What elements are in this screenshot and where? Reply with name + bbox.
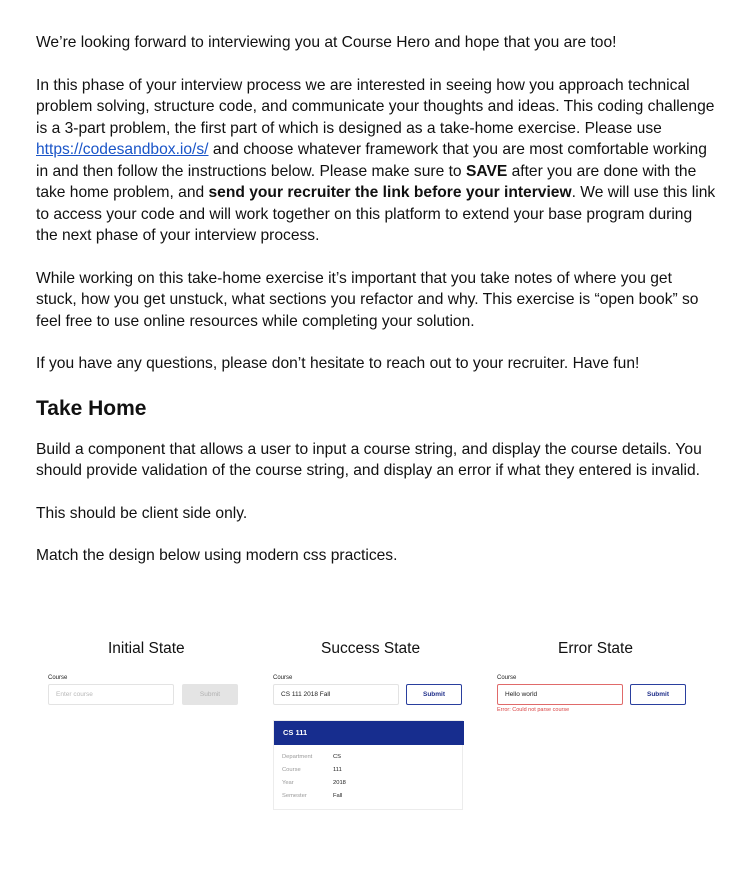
intro-paragraph-2: In this phase of your interview process …: [36, 75, 716, 247]
detail-value-course: 111: [333, 767, 342, 773]
success-course-input[interactable]: CS 111 2018 Fall: [273, 684, 399, 705]
detail-key-semester: Semester: [282, 793, 307, 799]
detail-key-course: Course: [282, 767, 301, 773]
error-submit-button[interactable]: Submit: [630, 684, 686, 705]
send-link-emphasis: send your recruiter the link before your…: [208, 184, 572, 201]
error-course-label: Course: [497, 675, 517, 681]
detail-value-semester: Fall: [333, 793, 343, 799]
save-emphasis: SAVE: [465, 162, 508, 180]
error-message: Error: Could not parse course: [497, 707, 570, 713]
codesandbox-link[interactable]: https://codesandbox.io/s/: [36, 141, 209, 158]
detail-value-year: 2018: [333, 780, 346, 786]
initial-course-label: Course: [48, 675, 68, 681]
initial-state-title: Initial State: [108, 640, 185, 657]
detail-key-department: Department: [282, 754, 313, 760]
document-body: We’re looking forward to interviewing yo…: [36, 32, 716, 567]
detail-value-department: CS: [333, 754, 342, 760]
success-state-title: Success State: [321, 640, 421, 657]
take-home-paragraph-1: Build a component that allows a user to …: [36, 440, 702, 480]
error-state-title: Error State: [558, 640, 633, 657]
course-details-card: CS 111 Department CS Course 111 Year 201…: [273, 720, 464, 810]
success-course-label: Course: [273, 675, 293, 681]
intro-paragraph-4: If you have any questions, please don’t …: [36, 355, 640, 372]
success-submit-button[interactable]: Submit: [406, 684, 462, 705]
intro-paragraph-3: While working on this take-home exercise…: [36, 269, 699, 330]
error-course-input[interactable]: Hello world: [497, 684, 623, 705]
course-card-title: CS 111: [274, 721, 464, 745]
take-home-paragraph-2: This should be client side only.: [36, 504, 248, 522]
intro-paragraph-1: We’re looking forward to interviewing yo…: [36, 34, 617, 51]
take-home-heading: Take Home: [36, 396, 147, 420]
initial-submit-button[interactable]: Submit: [182, 684, 238, 705]
take-home-paragraph-3: Match the design below using modern css …: [36, 547, 398, 564]
initial-course-input[interactable]: Enter course: [48, 684, 174, 705]
detail-key-year: Year: [282, 780, 294, 786]
intro-text-a: In this phase of your interview process …: [36, 76, 715, 137]
